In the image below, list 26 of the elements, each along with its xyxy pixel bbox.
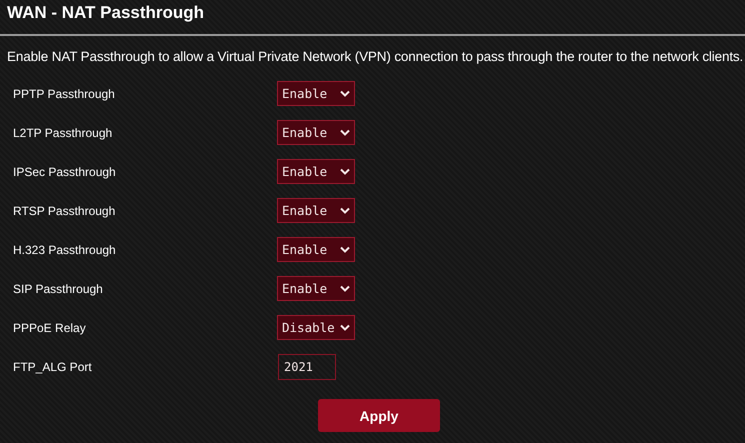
setting-label: IPSec Passthrough bbox=[13, 164, 117, 178]
setting-label: FTP_ALG Port bbox=[13, 360, 93, 374]
chevron-down-icon bbox=[340, 246, 350, 253]
setting-label: PPPoE Relay bbox=[13, 320, 87, 334]
description-text: Enable NAT Passthrough to allow a Virtual Private Network (VPN) connection to pass through the router to the network clients. bbox=[6, 48, 744, 64]
chevron-down-icon bbox=[340, 90, 350, 97]
chevron-down-icon bbox=[340, 168, 350, 175]
chevron-down-icon bbox=[340, 285, 350, 292]
input-field[interactable]: 2021 bbox=[278, 354, 336, 380]
chevron-down-icon bbox=[340, 129, 350, 136]
dropdown[interactable]: Enable bbox=[277, 276, 355, 301]
dropdown[interactable]: Disable bbox=[277, 315, 355, 340]
setting-label: L2TP Passthrough bbox=[13, 126, 114, 140]
chevron-down-icon bbox=[340, 207, 350, 214]
chevron-down-icon bbox=[340, 324, 350, 331]
dropdown[interactable]: Enable bbox=[277, 198, 355, 223]
dropdown[interactable]: Enable bbox=[277, 237, 355, 262]
setting-label: PPTP Passthrough bbox=[13, 86, 116, 100]
page-title: WAN - NAT Passthrough bbox=[6, 2, 206, 24]
setting-label: RTSP Passthrough bbox=[13, 204, 116, 218]
dropdown[interactable]: Enable bbox=[277, 81, 355, 106]
setting-label: SIP Passthrough bbox=[13, 282, 104, 296]
setting-label: H.323 Passthrough bbox=[13, 242, 117, 256]
apply-button[interactable]: Apply bbox=[318, 399, 440, 432]
dropdown[interactable]: Enable bbox=[277, 120, 355, 145]
dropdown[interactable]: Enable bbox=[277, 159, 355, 184]
